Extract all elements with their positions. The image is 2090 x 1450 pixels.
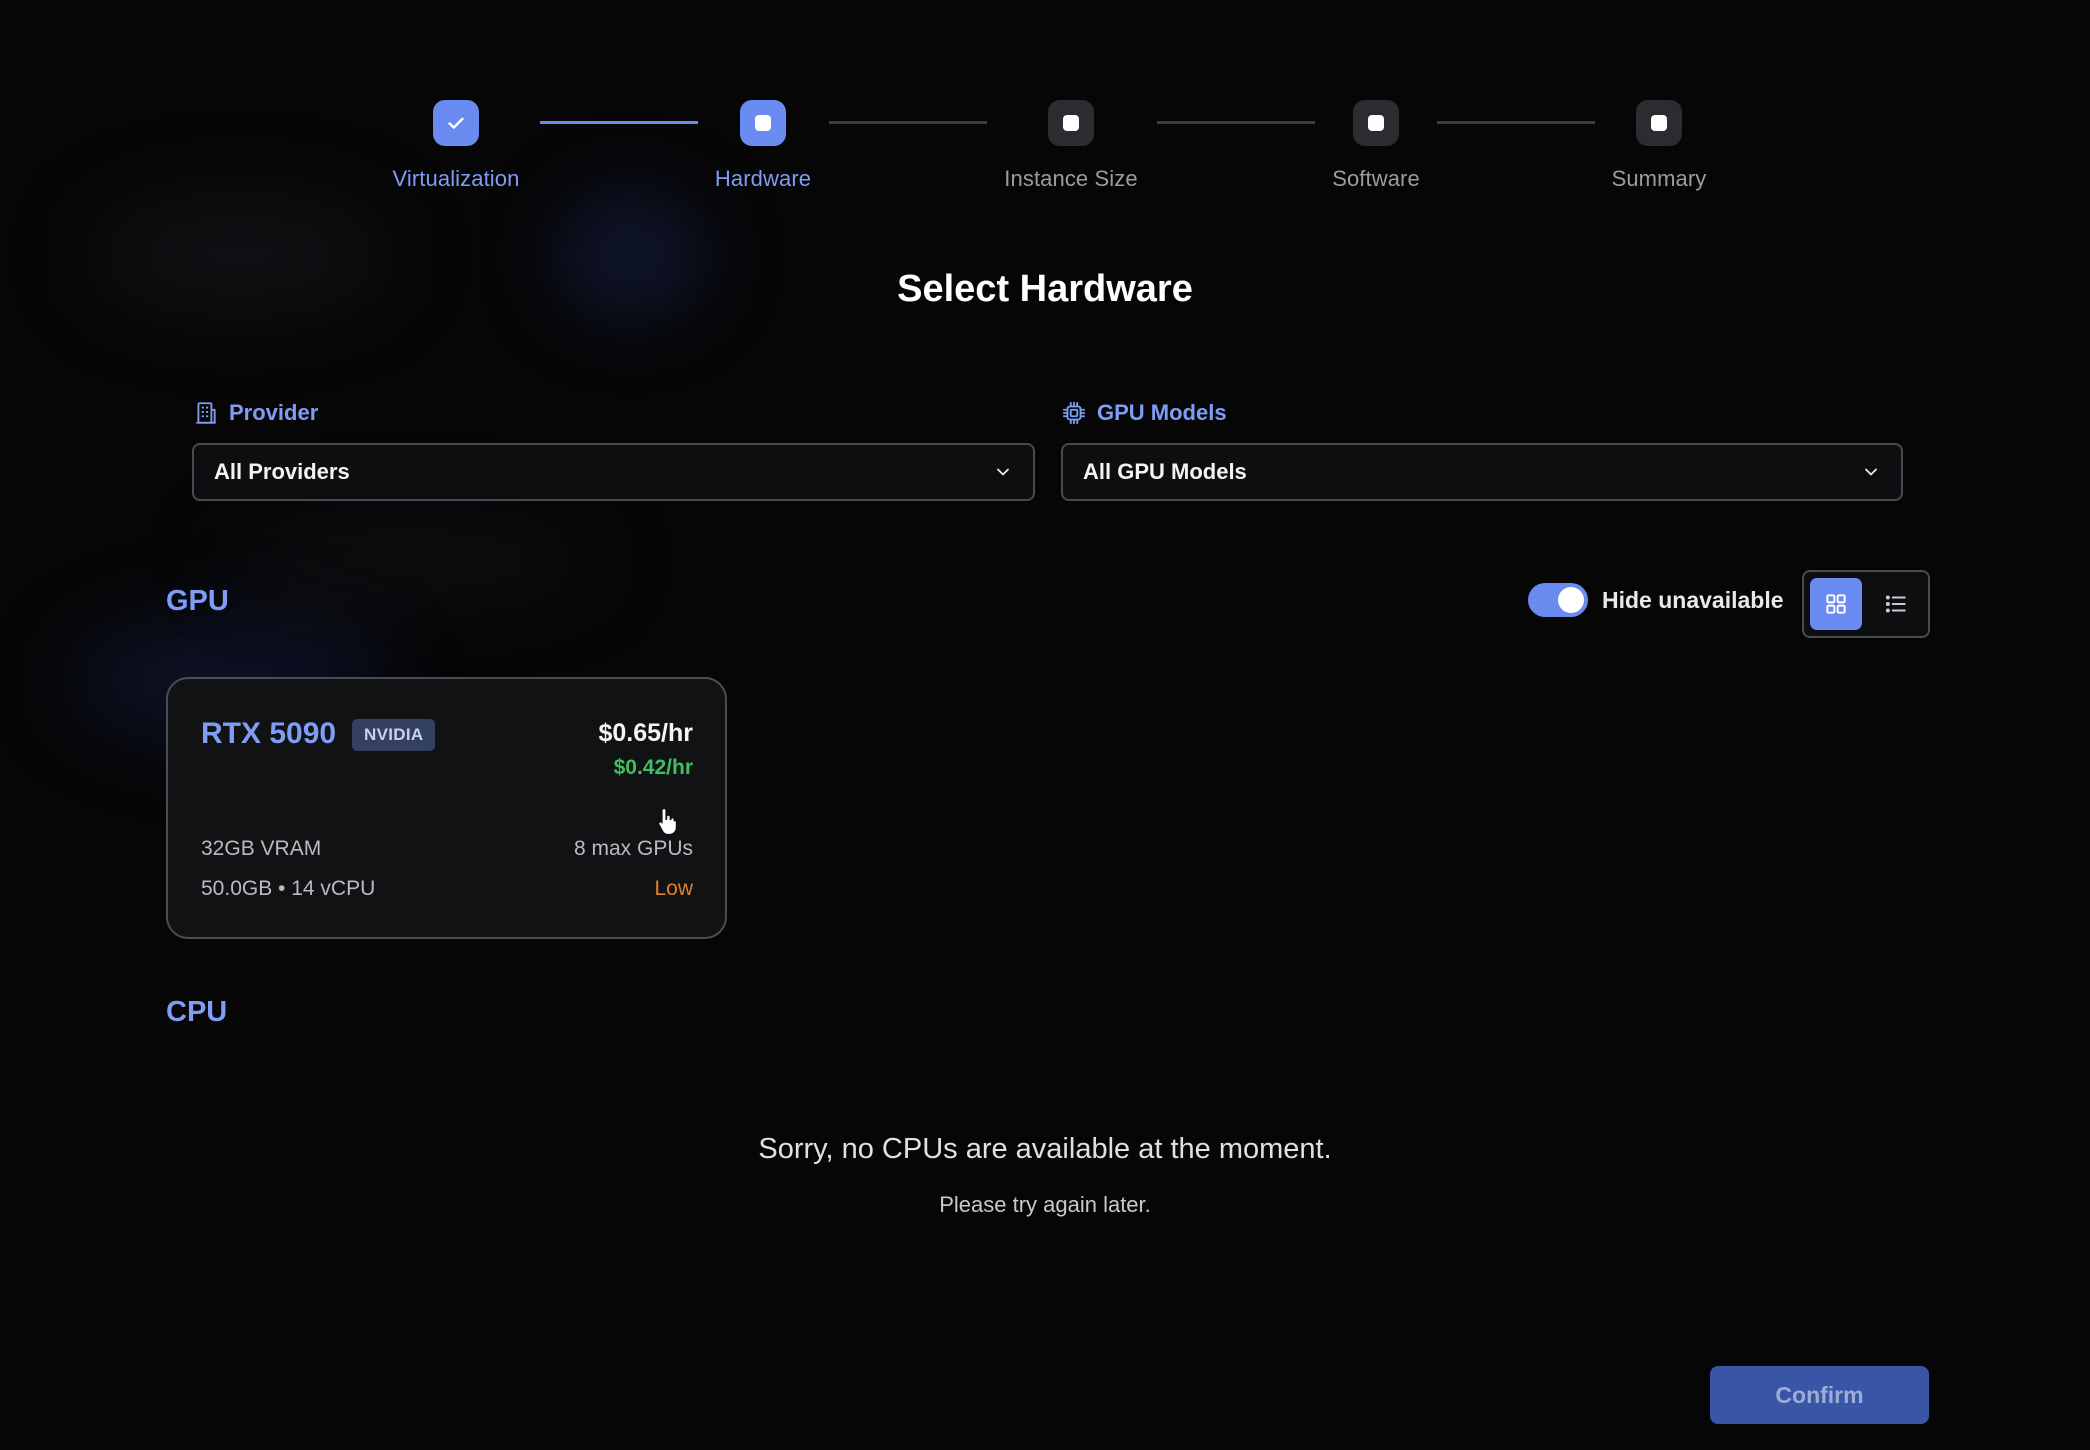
chevron-down-icon: [997, 468, 1009, 476]
step-dot: [1651, 115, 1667, 131]
confirm-button[interactable]: Confirm: [1710, 1366, 1929, 1424]
step-dot: [1063, 115, 1079, 131]
gpu-models-label-text: GPU Models: [1097, 400, 1227, 425]
step-label: Software: [1332, 166, 1420, 191]
grid-icon: [1826, 594, 1846, 614]
cpu-empty-submessage: Please try again later.: [939, 1192, 1151, 1217]
hide-unavailable-toggle[interactable]: [1528, 583, 1588, 617]
toggle-knob: [1558, 587, 1584, 613]
step-hardware[interactable]: Hardware: [663, 100, 863, 192]
cpu-empty-message: Sorry, no CPUs are available at the mome…: [758, 1133, 1332, 1165]
hand-cursor-icon: [658, 807, 677, 836]
step-software[interactable]: Software: [1276, 100, 1476, 192]
hide-unavailable-label: Hide unavailable: [1602, 586, 1784, 613]
gpu-specs: 50.0GB • 14 vCPU: [201, 877, 376, 900]
building-icon: [196, 402, 216, 424]
hide-unavailable-control: Hide unavailable: [1528, 583, 1784, 617]
gpu-models-label: GPU Models: [1061, 400, 1227, 426]
provider-select-value: All Providers: [214, 459, 350, 484]
step-indicator: [1048, 100, 1094, 146]
step-label: Hardware: [714, 166, 812, 191]
provider-select[interactable]: All Providers: [192, 443, 1035, 501]
step-dot: [755, 115, 771, 131]
gpu-discount-price: $0.42/hr: [613, 756, 693, 779]
grid-view-button[interactable]: [1810, 578, 1862, 630]
step-summary[interactable]: Summary: [1559, 100, 1759, 192]
page-title: Select Hardware: [897, 268, 1193, 310]
step-label: Virtualization: [392, 166, 520, 191]
wizard-stepper: Virtualization Hardware Instance Size So…: [0, 100, 2090, 200]
step-label: Instance Size: [1004, 166, 1138, 191]
gpu-max-gpus: 8 max GPUs: [573, 837, 693, 860]
step-indicator: [1636, 100, 1682, 146]
step-dot: [1368, 115, 1384, 131]
vendor-badge: NVIDIA: [352, 719, 436, 751]
checkmark-icon: [448, 117, 464, 129]
cpu-section-title: CPU: [166, 996, 228, 1028]
list-icon: [1885, 595, 1906, 613]
step-label: Summary: [1611, 166, 1707, 191]
provider-label: Provider: [193, 400, 318, 426]
step-indicator: [433, 100, 479, 146]
chevron-down-icon: [1865, 468, 1877, 476]
step-virtualization[interactable]: Virtualization: [356, 100, 556, 192]
hardware-selection-page: Virtualization Hardware Instance Size So…: [0, 0, 2090, 1450]
step-indicator: [1353, 100, 1399, 146]
chip-icon: [1063, 402, 1085, 424]
gpu-name: RTX 5090: [201, 717, 337, 750]
list-view-button[interactable]: [1870, 578, 1922, 630]
availability-status: Low: [654, 877, 693, 900]
gpu-models-select-value: All GPU Models: [1083, 459, 1247, 484]
gpu-vram: 32GB VRAM: [201, 837, 322, 860]
gpu-price: $0.65/hr: [598, 719, 693, 747]
step-instance-size[interactable]: Instance Size: [971, 100, 1171, 192]
gpu-models-select[interactable]: All GPU Models: [1061, 443, 1903, 501]
gpu-section-title: GPU: [166, 585, 229, 617]
view-mode-switch: [1802, 570, 1930, 638]
provider-label-text: Provider: [229, 400, 319, 425]
step-indicator: [740, 100, 786, 146]
background-blur: [220, 520, 600, 600]
gpu-card-rtx-5090[interactable]: RTX 5090 NVIDIA $0.65/hr $0.42/hr 32GB V…: [166, 677, 727, 939]
